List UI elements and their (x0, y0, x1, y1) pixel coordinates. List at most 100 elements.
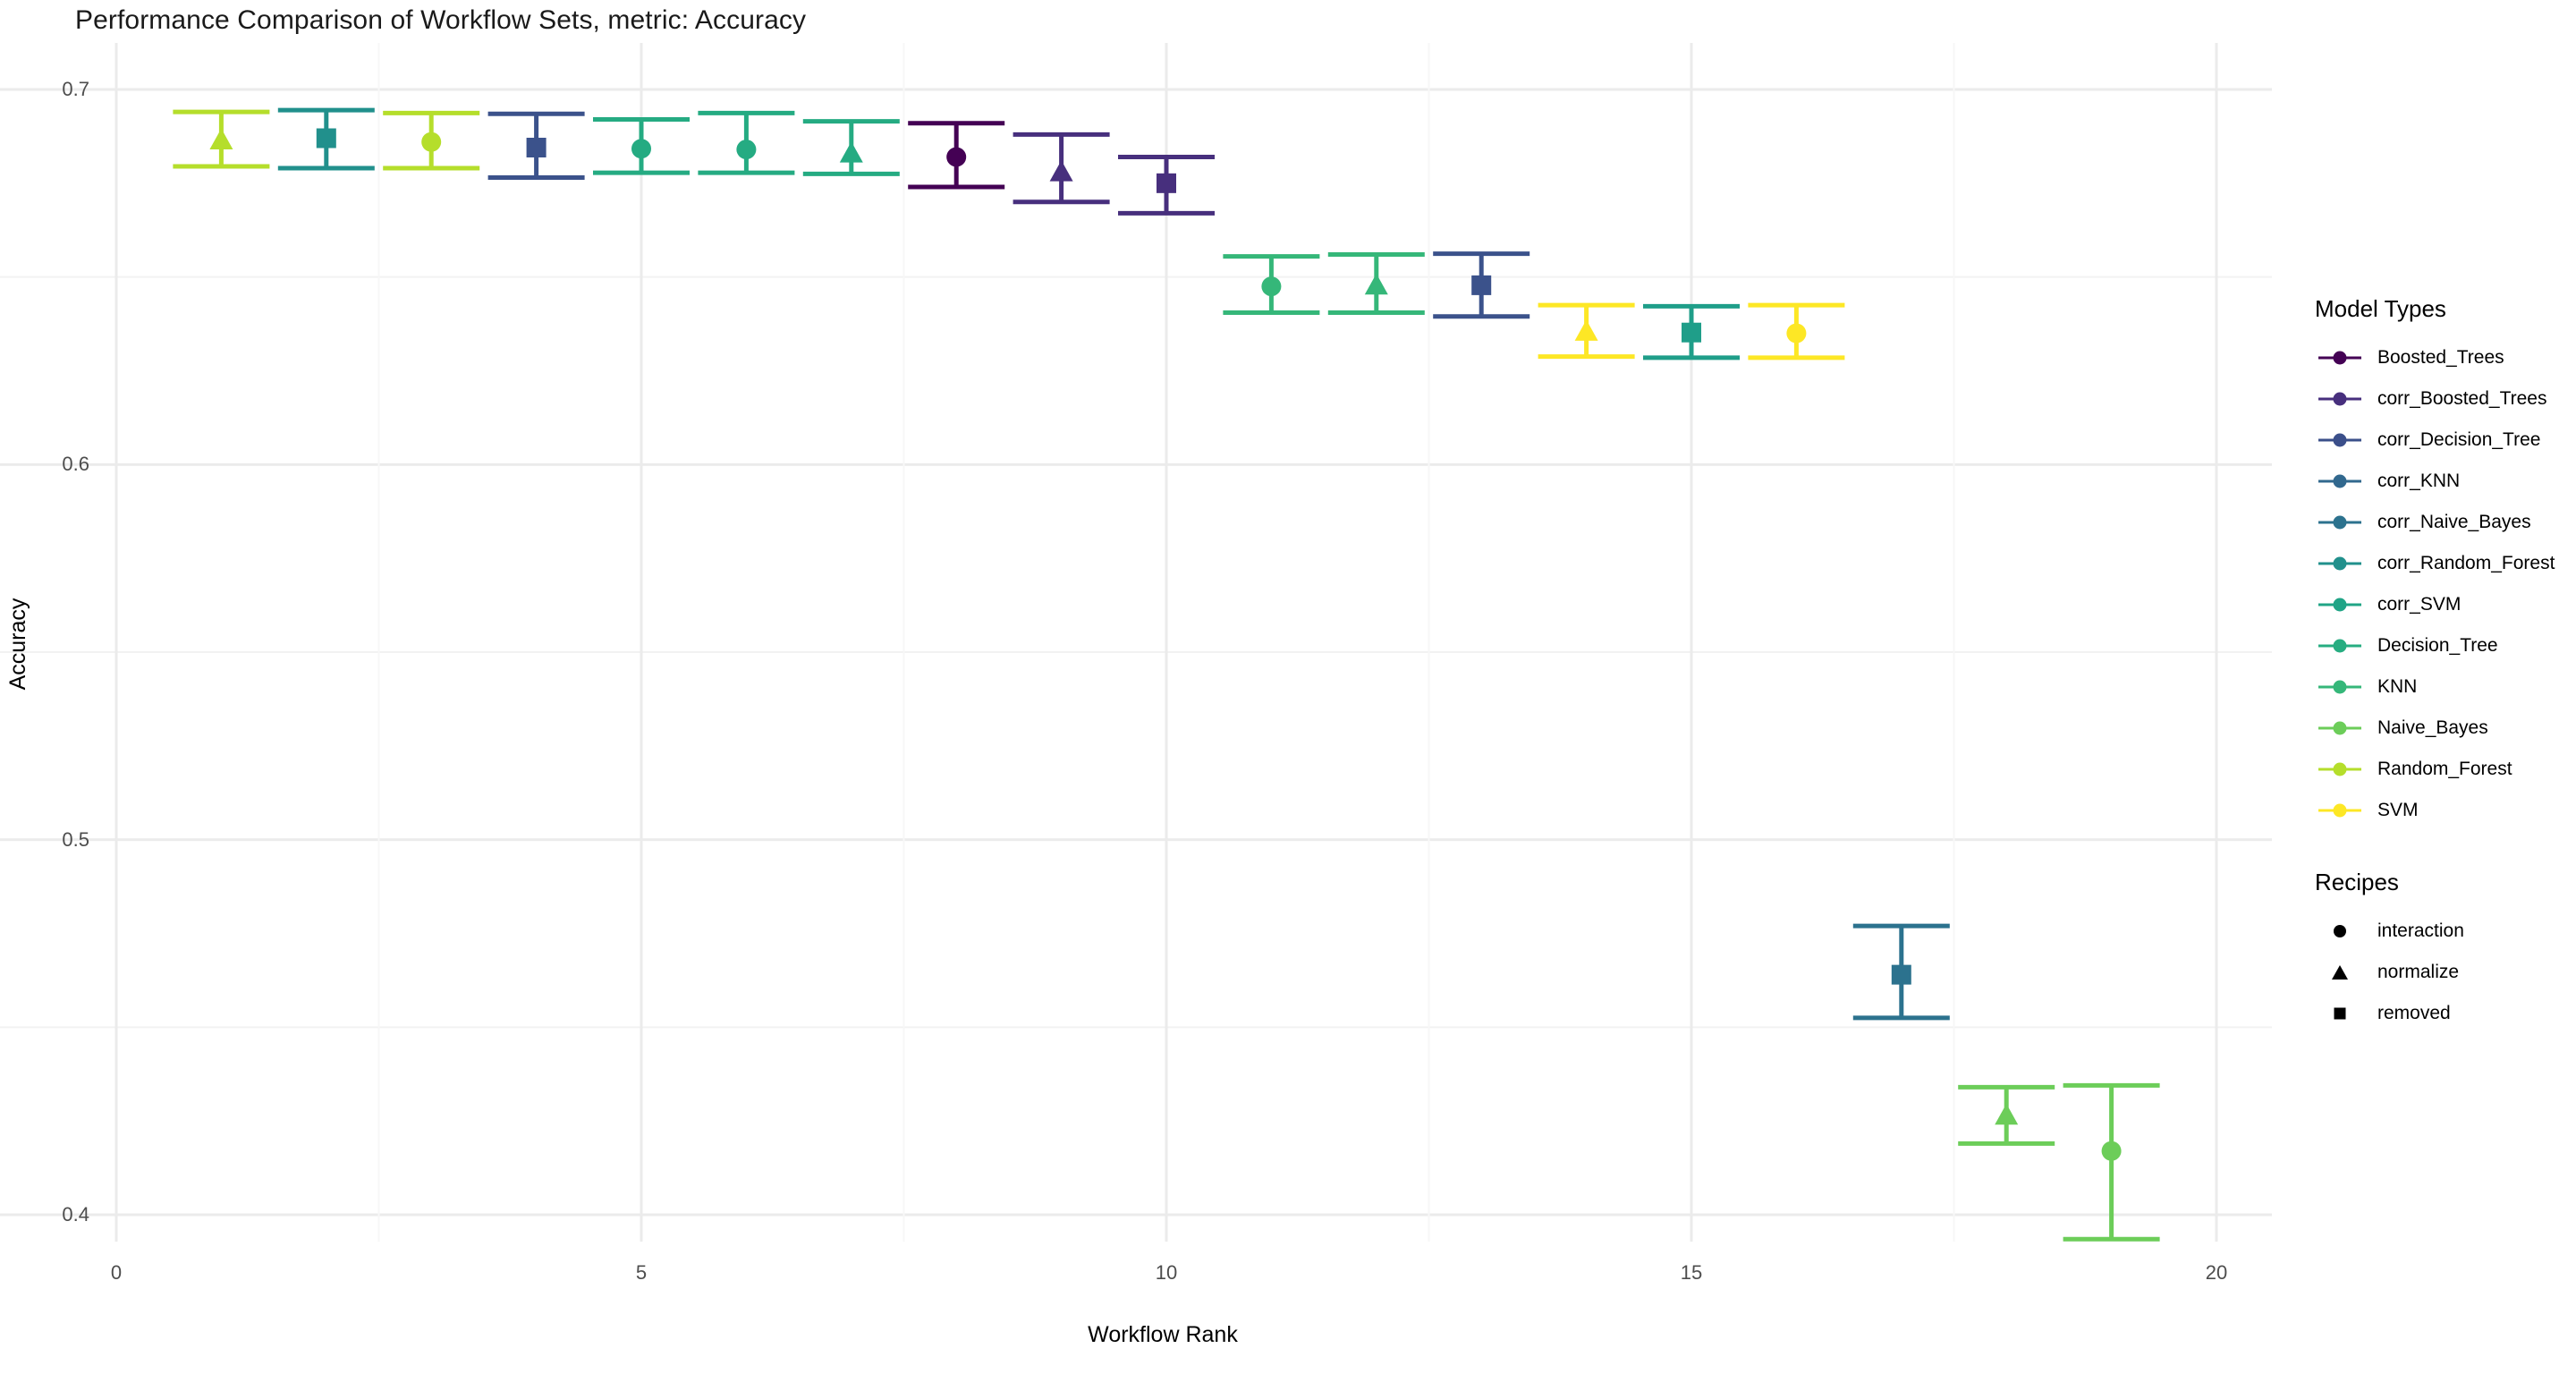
legend-shape-key (2315, 952, 2365, 993)
legend-item-label: Naive_Bayes (2377, 717, 2488, 738)
legend-dot-icon (2333, 433, 2347, 447)
marker-square-removed (1157, 173, 1176, 193)
x-tick-label: 15 (1680, 1261, 1703, 1284)
marker-square-removed (316, 128, 336, 148)
legend-item[interactable]: interaction (2315, 911, 2574, 952)
error-bar-point (277, 107, 375, 171)
legend-item[interactable]: corr_Boosted_Trees (2315, 378, 2574, 420)
legend-dot-icon (2333, 762, 2347, 776)
marker-circle-interaction (1261, 276, 1282, 297)
legend-item-label: corr_Boosted_Trees (2377, 388, 2547, 409)
legend-item[interactable]: Boosted_Trees (2315, 337, 2574, 378)
marker-square-removed (1471, 275, 1492, 295)
error-bar-point (1013, 131, 1110, 205)
legend-item-label: normalize (2377, 962, 2460, 982)
legend-color-key (2315, 378, 2365, 420)
error-bar-point (698, 110, 795, 175)
legend-dot-icon (2333, 556, 2347, 571)
marker-triangle-normalize (1049, 160, 1073, 182)
error-bar-point (1852, 923, 1950, 1021)
error-bar-point (487, 111, 585, 181)
legend-item-label: corr_Decision_Tree (2377, 429, 2541, 450)
legend-item-label: removed (2377, 1003, 2451, 1023)
x-tick-label: 10 (1155, 1261, 1178, 1284)
error-bar-point (1118, 154, 1215, 216)
legend-item[interactable]: KNN (2315, 666, 2574, 708)
legend-dot-icon (2333, 351, 2347, 365)
x-tick-label: 20 (2205, 1261, 2228, 1284)
legend-item[interactable]: Decision_Tree (2315, 625, 2574, 666)
legend-title: Model Types (2315, 295, 2446, 322)
error-bar-point (173, 109, 270, 169)
marker-circle-interaction (631, 139, 651, 159)
legend-item-label: corr_Random_Forest (2377, 553, 2555, 573)
legend-item[interactable]: SVM (2315, 790, 2574, 831)
legend-color-key (2315, 584, 2365, 625)
legend-item-label: interaction (2377, 920, 2464, 941)
legend-item-label: SVM (2377, 800, 2419, 820)
x-tick-label: 0 (110, 1261, 123, 1284)
error-bar-point (1538, 302, 1635, 360)
legend-shape-key (2315, 993, 2365, 1034)
legend-shape-key (2315, 911, 2365, 952)
error-bar-point (1327, 252, 1425, 316)
y-tick-label: 0.7 (62, 78, 89, 100)
legend-dot-icon (2333, 392, 2347, 406)
marker-circle-interaction (946, 147, 967, 167)
legend-color-key (2315, 543, 2365, 584)
legend-color-key (2315, 749, 2365, 790)
grid-lines (0, 43, 2272, 1242)
legend-dot-icon (2333, 598, 2347, 612)
legend-dot-icon (2333, 680, 2347, 694)
error-bar-point (1958, 1084, 2055, 1146)
legend-item-label: corr_KNN (2377, 471, 2461, 491)
legend-dot-icon (2333, 803, 2347, 818)
marker-circle-interaction (1786, 323, 1807, 344)
legend-item-label: Random_Forest (2377, 759, 2512, 779)
legend-item[interactable]: Naive_Bayes (2315, 708, 2574, 749)
legend-triangle-icon (2332, 965, 2348, 980)
error-bar-point (1223, 254, 1320, 316)
legend-item[interactable]: corr_Naive_Bayes (2315, 502, 2574, 543)
error-bar-point (908, 121, 1005, 190)
error-bar-point (1748, 302, 1845, 360)
legend-color-key (2315, 666, 2365, 708)
marker-square-removed (1891, 964, 1911, 985)
x-tick-label: 5 (635, 1261, 648, 1284)
error-bar-point (802, 119, 900, 176)
legend-item[interactable]: corr_SVM (2315, 584, 2574, 625)
legend-color-key (2315, 461, 2365, 502)
y-axis-title: Accuracy (5, 598, 30, 691)
error-bar-point (383, 110, 480, 171)
legend-color-key (2315, 790, 2365, 831)
legend-dot-icon (2333, 515, 2347, 530)
y-tick-label: 0.4 (62, 1203, 89, 1226)
legend-color-key (2315, 708, 2365, 749)
marker-circle-interaction (2101, 1141, 2122, 1161)
page-title: Performance Comparison of Workflow Sets,… (75, 5, 807, 35)
marker-circle-interaction (736, 140, 757, 160)
marker-circle-interaction (421, 131, 442, 152)
legend-dot-icon (2333, 721, 2347, 735)
marker-square-removed (526, 137, 547, 157)
legend-block-recipes: Recipes interaction normalize removed (2315, 869, 2574, 1034)
legend-item[interactable]: Random_Forest (2315, 749, 2574, 790)
plot-panel: 0.4 0.5 0.6 0.7 0 5 10 15 20 (0, 43, 2272, 1284)
plot-canvas (0, 43, 2272, 1242)
legend-block-model-types: Model Types Boosted_Trees corr_Boosted_Tre… (2315, 295, 2574, 831)
error-bar-point (593, 117, 690, 175)
legend-item[interactable]: normalize (2315, 952, 2574, 993)
legend-title: Recipes (2315, 869, 2399, 895)
legend-item[interactable]: corr_Random_Forest (2315, 543, 2574, 584)
legend-item-label: corr_SVM (2377, 594, 2462, 615)
error-bar-point (1433, 251, 1530, 319)
legend-item-label: Boosted_Trees (2377, 347, 2504, 368)
legend-item[interactable]: corr_Decision_Tree (2315, 420, 2574, 461)
legend-item[interactable]: corr_KNN (2315, 461, 2574, 502)
legend-item[interactable]: removed (2315, 993, 2574, 1034)
legend-color-key (2315, 502, 2365, 543)
legend-item-label: KNN (2377, 676, 2418, 697)
y-tick-label: 0.6 (62, 453, 89, 476)
legend-item-label: Decision_Tree (2377, 635, 2498, 656)
marker-square-removed (1682, 322, 1701, 343)
